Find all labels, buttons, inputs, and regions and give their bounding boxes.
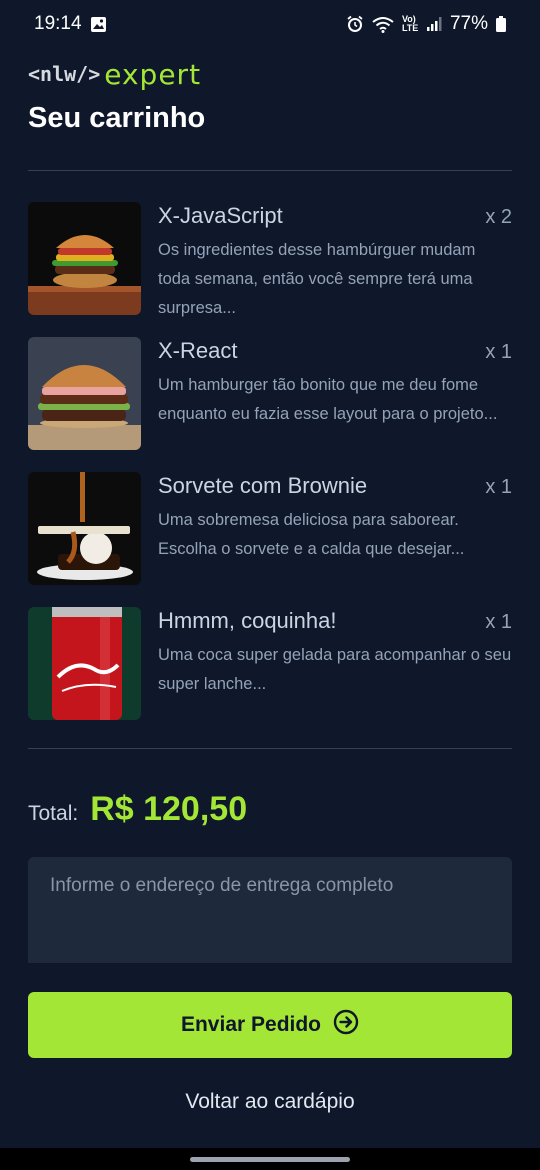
battery-icon — [496, 16, 506, 32]
item-quantity: x 2 — [485, 206, 512, 228]
soda-can-image — [28, 607, 141, 720]
total-label: Total: — [28, 802, 79, 825]
status-bar: 19:14 Vo) LTE 77% — [0, 0, 540, 48]
item-description: Uma coca super gelada para acompanhar o … — [158, 646, 512, 693]
item-description: Uma sobremesa deliciosa para saborear. E… — [158, 511, 465, 558]
cart-item: X-React x 1 Um hamburger tão bonito que … — [28, 337, 512, 472]
dessert-image — [28, 472, 141, 585]
send-order-label: Enviar Pedido — [180, 1013, 322, 1036]
cart-item-header: Hmmm, coquinha! x 1 — [158, 608, 512, 634]
lte-label: Vo) LTE — [401, 14, 419, 33]
cart-item-body: Hmmm, coquinha! x 1 Uma coca super gelad… — [158, 607, 512, 742]
logo-prefix: <nlw/> — [28, 62, 101, 86]
gallery-icon — [90, 16, 107, 33]
wifi-icon — [372, 16, 394, 33]
item-name: Hmmm, coquinha! — [158, 608, 337, 633]
cart-item-header: Sorvete com Brownie x 1 — [158, 473, 512, 499]
bottom-divider — [28, 748, 512, 749]
item-quantity: x 1 — [485, 611, 512, 633]
arrow-circle-right-icon — [333, 1009, 359, 1041]
cart-item: Hmmm, coquinha! x 1 Uma coca super gelad… — [28, 607, 512, 742]
brand-logo: <nlw/> expert — [28, 56, 201, 92]
alarm-icon — [346, 15, 364, 33]
status-right: Vo) LTE 77% — [346, 13, 506, 35]
status-left: 19:14 — [34, 13, 107, 35]
signal-icon — [426, 16, 442, 32]
page-title: Seu carrinho — [28, 102, 206, 134]
home-gesture-handle[interactable] — [190, 1157, 350, 1162]
burger-image — [28, 202, 141, 315]
cart-item-header: X-JavaScript x 2 — [158, 203, 512, 229]
cart-item-header: X-React x 1 — [158, 338, 512, 364]
cart-item-body: X-JavaScript x 2 Os ingredientes desse h… — [158, 202, 512, 337]
cart-list: X-JavaScript x 2 Os ingredientes desse h… — [28, 202, 512, 742]
system-nav-bar — [0, 1148, 540, 1170]
item-name: Sorvete com Brownie — [158, 473, 368, 498]
item-description: Um hamburger tão bonito que me deu fome … — [158, 376, 498, 423]
logo-word: expert — [104, 57, 202, 91]
total-value: R$ 120,50 — [90, 790, 248, 828]
item-name: X-JavaScript — [158, 203, 283, 228]
status-time: 19:14 — [34, 13, 82, 34]
battery-percent: 77% — [449, 13, 488, 34]
item-quantity: x 1 — [485, 341, 512, 363]
order-total: Total: R$ 120,50 — [28, 790, 247, 829]
top-divider — [28, 170, 512, 171]
item-quantity: x 1 — [485, 476, 512, 498]
item-description: Os ingredientes desse hambúrguer mudam t… — [158, 241, 476, 317]
cart-item: Sorvete com Brownie x 1 Uma sobremesa de… — [28, 472, 512, 607]
cart-item-body: X-React x 1 Um hamburger tão bonito que … — [158, 337, 512, 472]
send-order-button[interactable]: Enviar Pedido — [28, 992, 512, 1058]
back-to-menu-link[interactable]: Voltar ao cardápio — [0, 1090, 540, 1114]
cart-item-body: Sorvete com Brownie x 1 Uma sobremesa de… — [158, 472, 512, 607]
cart-item: X-JavaScript x 2 Os ingredientes desse h… — [28, 202, 512, 337]
delivery-address-input[interactable] — [28, 857, 512, 963]
item-name: X-React — [158, 338, 238, 363]
burger-image — [28, 337, 141, 450]
